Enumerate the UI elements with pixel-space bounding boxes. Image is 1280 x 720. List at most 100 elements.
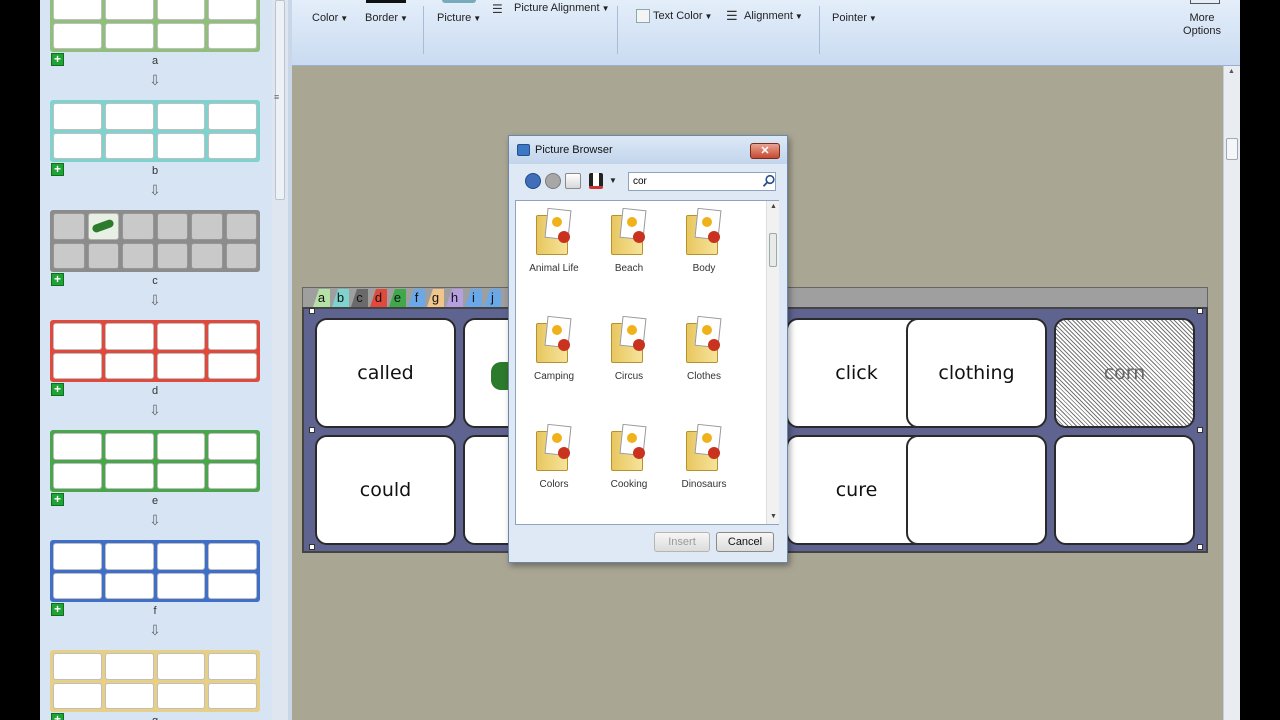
thumbnail-board[interactable] bbox=[50, 650, 260, 712]
board-cell-label: clothing bbox=[938, 362, 1015, 384]
text-color-button[interactable]: Text Color ▼ bbox=[653, 10, 712, 22]
thumbnail-cell bbox=[104, 572, 154, 599]
folder-icon bbox=[609, 315, 649, 365]
color-button[interactable]: Color ▼ bbox=[312, 12, 348, 24]
close-button[interactable]: ✕ bbox=[750, 143, 780, 159]
chevron-down-icon[interactable]: ▼ bbox=[609, 176, 617, 185]
board-cell[interactable]: corn bbox=[1054, 318, 1195, 428]
folder-icon bbox=[609, 207, 649, 257]
board-tab-c[interactable]: c bbox=[351, 289, 368, 307]
board-tab-j[interactable]: j bbox=[484, 289, 501, 307]
more-options-icon bbox=[1190, 0, 1220, 4]
folder-list-scrollbar[interactable]: ▲ ▼ bbox=[766, 201, 779, 524]
thumbnail-label: b bbox=[151, 165, 159, 177]
thumbnail-cell bbox=[104, 323, 154, 350]
thumbnail-cell bbox=[53, 352, 102, 379]
picture-browser-dialog: Picture Browser ✕ ▼ Animal Life Beach Body… bbox=[508, 135, 788, 563]
thumbnail-board[interactable] bbox=[50, 320, 260, 382]
page-thumbnail-panel: +a⇩+b⇩+c⇩+d⇩+e⇩+f⇩+g⇩ ≡ bbox=[40, 0, 288, 720]
thumbnail-cell bbox=[156, 433, 206, 460]
border-button[interactable]: Border ▼ bbox=[365, 12, 408, 24]
back-icon[interactable] bbox=[525, 173, 541, 189]
border-label: Border bbox=[365, 12, 399, 24]
pointer-button[interactable]: Pointer ▼ bbox=[832, 12, 877, 24]
resize-handle[interactable] bbox=[309, 308, 315, 314]
home-icon[interactable] bbox=[565, 173, 581, 189]
picture-alignment-label: Picture Alignment bbox=[514, 2, 600, 14]
resize-handle[interactable] bbox=[1197, 544, 1203, 550]
board-tab-h[interactable]: h bbox=[446, 289, 463, 307]
thumbnail-label: f bbox=[153, 605, 157, 617]
scroll-down-icon[interactable]: ▼ bbox=[770, 513, 777, 520]
chevron-down-icon: ▼ bbox=[601, 4, 610, 13]
thumbnail-board[interactable] bbox=[50, 0, 260, 52]
search-input[interactable] bbox=[628, 172, 776, 191]
folder-icon bbox=[534, 315, 574, 365]
thumbnail-cell bbox=[156, 682, 206, 709]
thumbnail-cell bbox=[104, 462, 154, 489]
folder-item[interactable]: Camping bbox=[522, 315, 586, 382]
folder-item[interactable]: Cooking bbox=[597, 423, 661, 490]
thumbnail-board[interactable] bbox=[50, 210, 260, 272]
folder-item[interactable]: Beach bbox=[597, 207, 661, 274]
thumbnail-cell bbox=[156, 0, 206, 20]
canvas-scrollbar[interactable]: ▲ bbox=[1223, 66, 1240, 720]
down-arrow-icon: ⇩ bbox=[149, 72, 161, 88]
resize-handle[interactable] bbox=[309, 427, 315, 433]
thumbnail-board[interactable] bbox=[50, 430, 260, 492]
board-cell[interactable]: called bbox=[315, 318, 456, 428]
thumbnail-board[interactable] bbox=[50, 100, 260, 162]
board-cell[interactable]: could bbox=[315, 435, 456, 545]
picture-alignment-button[interactable]: Picture Alignment ▼ bbox=[514, 2, 610, 14]
scroll-up-icon[interactable]: ▲ bbox=[1228, 68, 1235, 75]
thumbnail-cell bbox=[156, 543, 206, 570]
folder-item[interactable]: Colors bbox=[522, 423, 586, 490]
scrollbar-thumb[interactable] bbox=[1226, 138, 1238, 160]
splitter-grip-icon[interactable]: ≡ bbox=[274, 92, 279, 102]
board-tab-b[interactable]: b bbox=[332, 289, 349, 307]
resize-handle[interactable] bbox=[1197, 308, 1203, 314]
dialog-titlebar[interactable]: Picture Browser ✕ bbox=[509, 136, 787, 164]
resize-handle[interactable] bbox=[309, 544, 315, 550]
picture-button[interactable]: Picture ▼ bbox=[437, 12, 481, 24]
scroll-up-icon[interactable]: ▲ bbox=[770, 203, 777, 210]
insert-button[interactable]: Insert bbox=[654, 532, 710, 552]
folder-item[interactable]: Clothes bbox=[672, 315, 736, 382]
thumbnail-cell bbox=[156, 572, 206, 599]
folder-item[interactable]: Animal Life bbox=[522, 207, 586, 274]
board-tab-e[interactable]: e bbox=[389, 289, 406, 307]
folder-item[interactable]: Circus bbox=[597, 315, 661, 382]
symbol-set-icon[interactable] bbox=[589, 173, 603, 189]
text-color-icon bbox=[636, 9, 650, 23]
board-tab-d[interactable]: d bbox=[370, 289, 387, 307]
folder-item[interactable]: Dinosaurs bbox=[672, 423, 736, 490]
more-options-button[interactable]: More Options bbox=[1182, 12, 1222, 38]
dialog-title: Picture Browser bbox=[535, 144, 613, 156]
board-tab-i[interactable]: i bbox=[465, 289, 482, 307]
thumbnail-cell bbox=[87, 213, 119, 240]
folder-icon bbox=[534, 423, 574, 473]
board-cell[interactable]: clothing bbox=[906, 318, 1047, 428]
board-cell[interactable] bbox=[1054, 435, 1195, 545]
thumbnail-cell bbox=[122, 213, 154, 240]
thumbnail-cell bbox=[156, 323, 206, 350]
cancel-button[interactable]: Cancel bbox=[716, 532, 774, 552]
resize-handle[interactable] bbox=[1197, 427, 1203, 433]
board-cell[interactable] bbox=[906, 435, 1047, 545]
thumbnail-board[interactable] bbox=[50, 540, 260, 602]
alignment-button[interactable]: Alignment ▼ bbox=[744, 10, 803, 22]
thumbnail-cell bbox=[104, 682, 154, 709]
folder-item[interactable]: Body bbox=[672, 207, 736, 274]
board-cell-label: could bbox=[359, 479, 412, 501]
thumbnail-cell bbox=[53, 433, 102, 460]
thumbnail-cell bbox=[208, 103, 257, 130]
panel-splitter[interactable] bbox=[288, 0, 292, 720]
board-tab-a[interactable]: a bbox=[313, 289, 330, 307]
scrollbar-thumb[interactable] bbox=[769, 233, 777, 267]
search-icon[interactable] bbox=[762, 174, 776, 188]
board-tab-g[interactable]: g bbox=[427, 289, 444, 307]
ribbon-toolbar: Color ▼ Border ▼ Picture ▼ ☰ Picture Alignm… bbox=[292, 0, 1240, 66]
thumbnail-scrollbar[interactable] bbox=[272, 0, 288, 720]
board-tab-f[interactable]: f bbox=[408, 289, 425, 307]
forward-icon[interactable] bbox=[545, 173, 561, 189]
